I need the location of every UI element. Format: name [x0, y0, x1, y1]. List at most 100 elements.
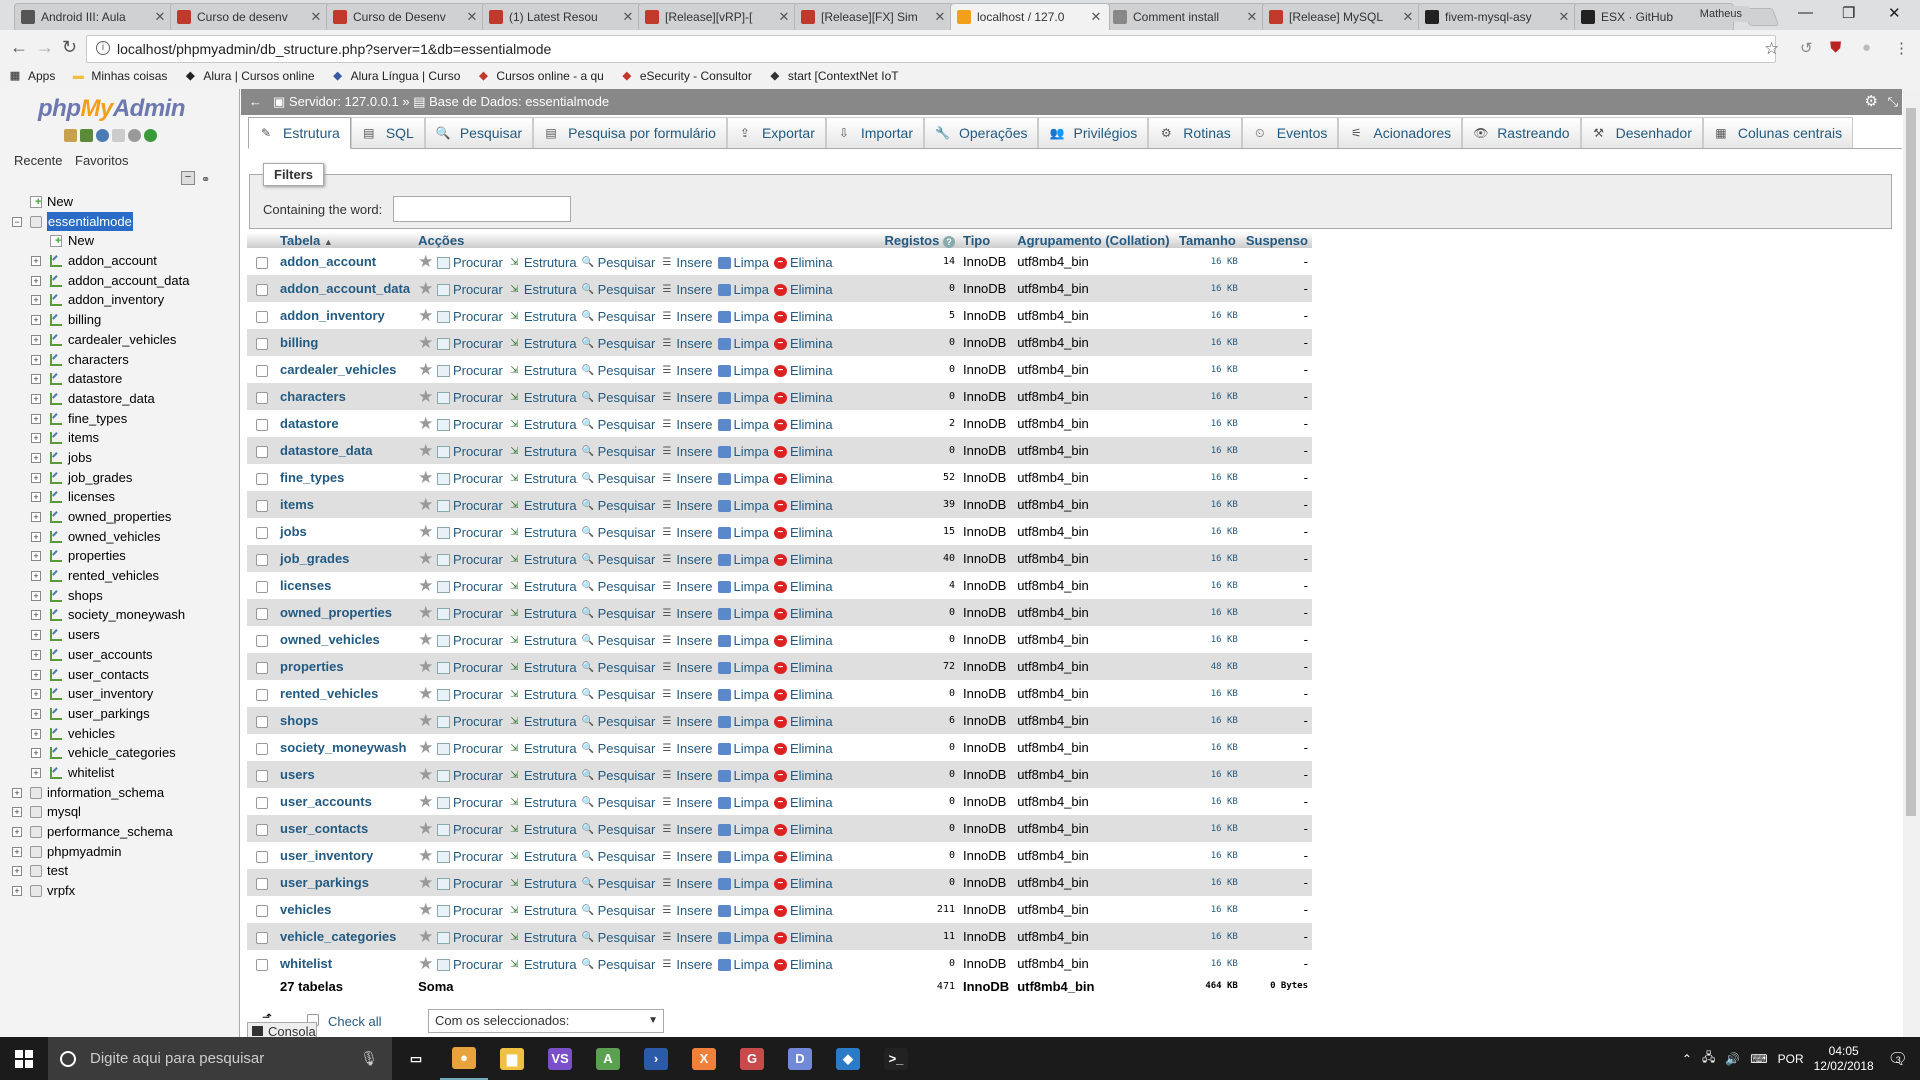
structure-link[interactable]: ⇲ Estrutura [508, 903, 576, 918]
drop-link[interactable]: − Elimina [773, 336, 833, 351]
row-checkbox[interactable] [255, 715, 268, 728]
structure-link[interactable]: ⇲ Estrutura [508, 714, 576, 729]
terminal-taskbar-icon[interactable]: >_ [872, 1037, 920, 1080]
size[interactable]: 16 KB [1175, 329, 1242, 356]
close-tab-icon[interactable]: ✕ [153, 9, 167, 25]
browse-link[interactable]: Procurar [436, 390, 503, 405]
drop-link[interactable]: − Elimina [773, 282, 833, 297]
star-icon[interactable]: ★ [418, 441, 433, 460]
row-checkbox[interactable] [255, 688, 268, 701]
browse-link[interactable]: Procurar [436, 552, 503, 567]
address-bar[interactable]: localhost/phpmyadmin/db_structure.php?se… [86, 35, 1776, 63]
empty-link[interactable]: Limpa [717, 903, 769, 918]
bookmark-item[interactable]: ◆ Cursos online - a qu [476, 69, 604, 83]
search-link[interactable]: 🔍 Pesquisar [582, 444, 656, 459]
android-taskbar-icon[interactable]: A [584, 1037, 632, 1080]
browse-link[interactable]: Procurar [436, 336, 503, 351]
size[interactable]: 16 KB [1175, 815, 1242, 842]
header-rows[interactable]: Registos ? [874, 232, 959, 248]
favorites-tab[interactable]: Favoritos [75, 153, 128, 168]
language-indicator[interactable]: POR [1778, 1052, 1804, 1066]
size[interactable]: 16 KB [1175, 842, 1242, 869]
browse-link[interactable]: Procurar [436, 471, 503, 486]
expand-icon[interactable]: + [31, 275, 41, 286]
tree-table-item[interactable]: + owned_properties [0, 507, 239, 527]
close-tab-icon[interactable]: ✕ [465, 9, 479, 25]
tab-desenhador[interactable]: ⚒ Desenhador [1580, 117, 1703, 148]
gear-icon[interactable]: ⚙ [1865, 89, 1878, 115]
tree-table-item[interactable]: + whitelist [0, 763, 239, 783]
close-tab-icon[interactable]: ✕ [621, 9, 635, 25]
size[interactable]: 16 KB [1175, 599, 1242, 626]
expand-icon[interactable]: + [31, 512, 41, 522]
drop-link[interactable]: − Elimina [773, 957, 833, 972]
search-link[interactable]: 🔍 Pesquisar [582, 822, 656, 837]
microphone-icon[interactable]: 🎙 [360, 1050, 378, 1067]
empty-link[interactable]: Limpa [717, 822, 769, 837]
reload-icon[interactable]: ↻ [62, 37, 77, 58]
size[interactable]: 16 KB [1175, 545, 1242, 572]
minimize-icon[interactable]: — [1798, 4, 1813, 21]
star-icon[interactable]: ★ [418, 306, 433, 325]
tab-acionadores[interactable]: ⚟ Acionadores [1338, 117, 1463, 148]
drop-link[interactable]: − Elimina [773, 876, 833, 891]
menu-icon[interactable]: ⋮ [1894, 39, 1909, 57]
browse-link[interactable]: Procurar [436, 633, 503, 648]
search-link[interactable]: 🔍 Pesquisar [582, 606, 656, 621]
browse-link[interactable]: Procurar [436, 849, 503, 864]
browse-link[interactable]: Procurar [436, 957, 503, 972]
table-name-link[interactable]: rented_vehicles [280, 686, 378, 701]
table-name-link[interactable]: fine_types [280, 470, 344, 485]
browser-tab[interactable]: Android III: Aula ✕ [14, 3, 174, 30]
drop-link[interactable]: − Elimina [773, 903, 833, 918]
size[interactable]: 16 KB [1175, 734, 1242, 761]
tree-table-item[interactable]: + fine_types [0, 409, 239, 429]
structure-link[interactable]: ⇲ Estrutura [508, 822, 576, 837]
size[interactable]: 16 KB [1175, 572, 1242, 599]
close-tab-icon[interactable]: ✕ [1089, 9, 1103, 25]
bookmark-item[interactable]: ◆ eSecurity - Consultor [620, 69, 752, 83]
drop-link[interactable]: − Elimina [773, 471, 833, 486]
check-all-label[interactable]: Check all [328, 1014, 381, 1029]
search-link[interactable]: 🔍 Pesquisar [582, 741, 656, 756]
search-link[interactable]: 🔍 Pesquisar [582, 957, 656, 972]
empty-link[interactable]: Limpa [717, 876, 769, 891]
star-icon[interactable]: ★ [418, 873, 433, 892]
structure-link[interactable]: ⇲ Estrutura [508, 444, 576, 459]
browser-tab[interactable]: localhost / 127.0 ✕ [950, 3, 1110, 30]
with-selected-select[interactable]: Com os seleccionados: ▼ [428, 1009, 664, 1033]
insert-link[interactable]: ☰ Insere [660, 795, 712, 810]
link-icon[interactable]: ⚭ [201, 173, 210, 186]
close-tab-icon[interactable]: ✕ [1401, 9, 1415, 25]
drop-link[interactable]: − Elimina [773, 606, 833, 621]
star-icon[interactable]: ★ [418, 792, 433, 811]
tree-db-item[interactable]: + mysql [0, 802, 239, 822]
back-icon[interactable]: ← [10, 37, 28, 58]
row-checkbox[interactable] [255, 445, 268, 458]
star-icon[interactable]: ★ [418, 630, 433, 649]
taskbar-search[interactable]: Digite aqui para pesquisar 🎙 [48, 1037, 392, 1080]
info-icon[interactable]: i [96, 41, 110, 55]
row-checkbox[interactable] [255, 904, 268, 917]
row-checkbox[interactable] [255, 823, 268, 836]
tree-table-item[interactable]: + user_contacts [0, 665, 239, 685]
browse-link[interactable]: Procurar [436, 660, 503, 675]
table-name-link[interactable]: users [280, 767, 315, 782]
expand-icon[interactable]: + [31, 767, 41, 778]
star-icon[interactable]: ★ [418, 360, 433, 379]
maximize-icon[interactable]: ❐ [1842, 4, 1855, 22]
insert-link[interactable]: ☰ Insere [660, 255, 712, 270]
tree-new-table[interactable]: New [0, 231, 239, 251]
close-tab-icon[interactable]: ✕ [309, 9, 323, 25]
empty-link[interactable]: Limpa [717, 687, 769, 702]
tree-table-item[interactable]: + user_accounts [0, 645, 239, 665]
collapse-all-icon[interactable]: − [181, 171, 195, 185]
expand-icon[interactable]: + [12, 787, 22, 798]
insert-link[interactable]: ☰ Insere [660, 417, 712, 432]
expand-icon[interactable]: + [12, 886, 22, 897]
row-checkbox[interactable] [255, 877, 268, 890]
insert-link[interactable]: ☰ Insere [660, 957, 712, 972]
size[interactable]: 16 KB [1175, 626, 1242, 653]
nav-toggle-icon[interactable]: ← [249, 89, 262, 115]
tree-db-item[interactable]: + vrpfx [0, 881, 239, 901]
